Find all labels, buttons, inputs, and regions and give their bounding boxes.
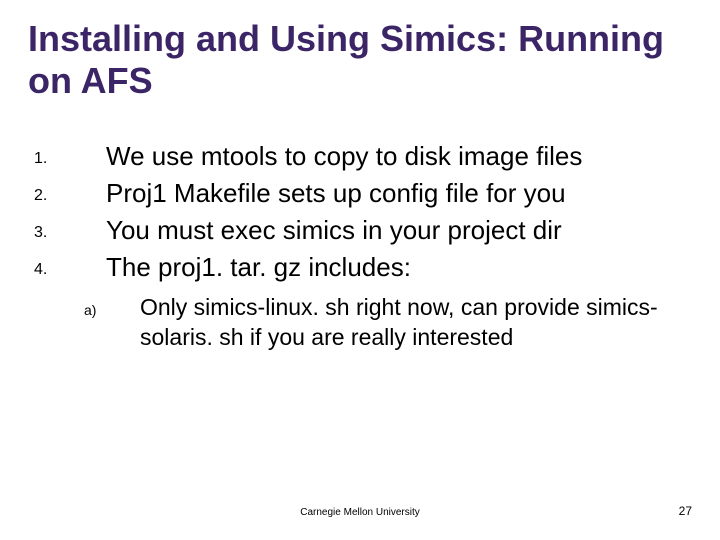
footer-center: Carnegie Mellon University — [0, 507, 720, 518]
list-number: 1. — [28, 139, 106, 174]
list-number: 2. — [28, 176, 106, 211]
sublist-item: a) Only simics-linux. sh right now, can … — [28, 293, 692, 353]
sublist-number: a) — [28, 293, 140, 353]
slide: Installing and Using Simics: Running on … — [0, 0, 720, 540]
list-number: 3. — [28, 213, 106, 248]
main-list: 1. We use mtools to copy to disk image f… — [28, 139, 692, 353]
list-text: You must exec simics in your project dir — [106, 213, 692, 248]
list-item: 1. We use mtools to copy to disk image f… — [28, 139, 692, 174]
list-text: The proj1. tar. gz includes: — [106, 250, 692, 285]
slide-number: 27 — [679, 504, 692, 518]
list-item: 2. Proj1 Makefile sets up config file fo… — [28, 176, 692, 211]
list-item: 3. You must exec simics in your project … — [28, 213, 692, 248]
list-text: Proj1 Makefile sets up config file for y… — [106, 176, 692, 211]
list-text: We use mtools to copy to disk image file… — [106, 139, 692, 174]
list-number: 4. — [28, 250, 106, 285]
list-item: 4. The proj1. tar. gz includes: — [28, 250, 692, 285]
slide-title: Installing and Using Simics: Running on … — [28, 18, 692, 103]
sublist-text: Only simics-linux. sh right now, can pro… — [140, 293, 692, 353]
